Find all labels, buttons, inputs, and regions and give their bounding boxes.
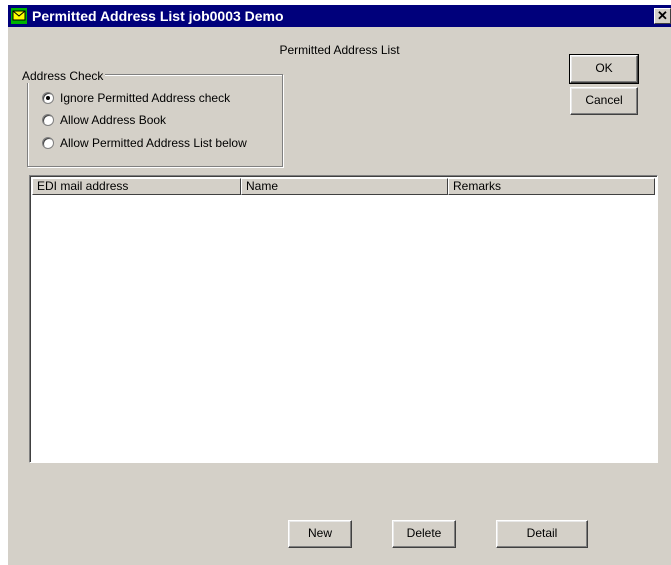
address-list[interactable]: EDI mail address Name Remarks	[29, 175, 658, 463]
radio-button[interactable]	[42, 92, 54, 104]
app-icon	[11, 8, 27, 24]
radio-label: Allow Address Book	[60, 113, 167, 127]
column-header-remarks[interactable]: Remarks	[448, 178, 655, 195]
delete-button[interactable]: Delete	[392, 520, 456, 548]
cancel-button[interactable]: Cancel	[570, 87, 638, 115]
radio-button[interactable]	[42, 137, 54, 149]
title-bar[interactable]: Permitted Address List job0003 Demo ✕	[8, 5, 671, 27]
column-header-name[interactable]: Name	[241, 178, 448, 195]
dialog-window: Permitted Address List job0003 Demo ✕ Pe…	[8, 5, 671, 565]
detail-button[interactable]: Detail	[496, 520, 588, 548]
ok-button[interactable]: OK	[569, 54, 639, 84]
radio-button[interactable]	[42, 114, 54, 126]
radio-label: Ignore Permitted Address check	[60, 91, 231, 105]
column-header-edi-mail-address[interactable]: EDI mail address	[32, 178, 241, 195]
address-check-legend: Address Check	[20, 69, 106, 83]
new-button[interactable]: New	[288, 520, 352, 548]
radio-selected-dot	[46, 96, 50, 100]
close-icon[interactable]: ✕	[654, 8, 671, 24]
window-title: Permitted Address List job0003 Demo	[32, 8, 284, 24]
radio-label: Allow Permitted Address List below	[60, 136, 247, 150]
